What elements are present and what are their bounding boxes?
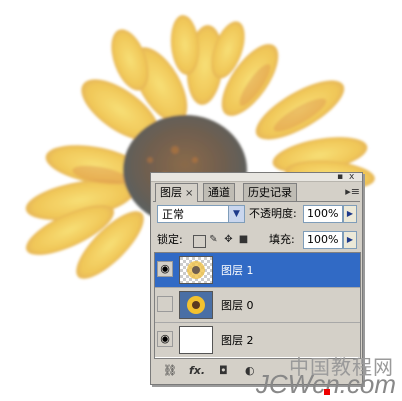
fill-label: 填充: [269,233,295,246]
visibility-eye-icon[interactable]: ◉ [157,261,173,277]
tab-history[interactable]: 历史记录 [243,183,297,201]
fill-field[interactable]: 100% [303,231,343,249]
layer-thumbnail [179,256,213,284]
panel-menu-icon[interactable]: ▸≡ [345,185,360,198]
panel-tabs: 图层 × 通道 历史记录 [153,183,360,202]
panel-title-strip[interactable]: ▪ x [151,173,362,182]
tab-channels-label: 通道 [208,186,230,199]
layer-row-1[interactable]: ◉ 图层 1 [155,253,360,288]
opacity-value: 100% [307,207,339,220]
lock-all-icon[interactable]: ■ [238,234,249,245]
watermark-en: JCWcn.com [255,369,396,399]
tab-layers[interactable]: 图层 × [155,183,199,202]
minimize-icon[interactable]: ▪ [337,173,343,182]
opacity-slider-button[interactable]: ▶ [343,205,357,223]
tab-layers-label: 图层 [160,186,182,199]
visibility-eye-icon[interactable]: ◉ [157,331,173,347]
visibility-toggle-empty[interactable] [157,296,173,312]
layer-row-0[interactable]: 图层 0 [155,288,360,323]
layer-name[interactable]: 图层 0 [221,297,254,313]
watermark-dot [324,389,330,395]
lock-transparent-icon[interactable] [193,235,206,248]
tab-channels[interactable]: 通道 [203,183,235,201]
blend-mode-value: 正常 [162,208,184,221]
lock-label: 锁定: [157,233,183,246]
opacity-label: 不透明度: [249,207,297,220]
fill-slider-button[interactable]: ▶ [343,231,357,249]
layer-thumbnail [179,291,213,319]
lock-brush-icon[interactable]: ✎ [208,234,219,245]
opacity-field[interactable]: 100% [303,205,343,223]
link-icon[interactable]: ⛓ [163,363,177,379]
blend-mode-select[interactable]: 正常 ▼ [157,205,245,223]
fill-value: 100% [307,233,339,246]
close-icon[interactable]: x [349,173,354,182]
watermark: 中国教程网 JCWcn.com [200,335,400,399]
tab-history-label: 历史记录 [248,186,292,199]
tab-close-icon[interactable]: × [185,188,193,199]
chevron-down-icon[interactable]: ▼ [228,206,244,222]
layer-name[interactable]: 图层 1 [221,262,254,278]
lock-move-icon[interactable]: ✥ [223,234,234,245]
